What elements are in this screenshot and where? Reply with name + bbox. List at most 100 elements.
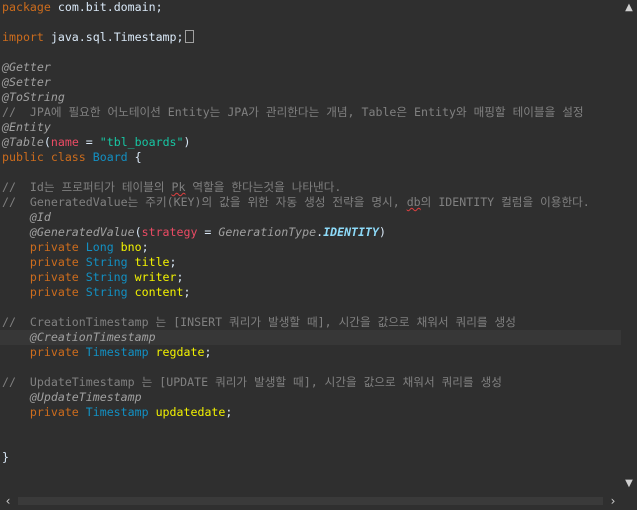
code-token: private — [29, 240, 86, 254]
code-token: "tbl_boards" — [99, 135, 184, 149]
code-token: 의 IDENTITY 컬럼을 이용한다. — [420, 195, 590, 209]
code-token: ; — [169, 255, 177, 269]
code-token: content — [134, 285, 184, 299]
code-line[interactable]: // CreationTimestamp 는 [INSERT 쿼리가 발생할 때… — [2, 315, 621, 330]
horizontal-scroll-thumb[interactable] — [18, 497, 603, 505]
code-token: // CreationTimestamp 는 [INSERT 쿼리가 발생할 때… — [2, 315, 516, 329]
code-token: private — [29, 255, 86, 269]
code-token: Pk — [171, 180, 186, 194]
code-line[interactable]: import java.sql.Timestamp; — [2, 30, 621, 45]
code-token: @ToString — [2, 90, 65, 104]
code-token: 역할을 한다는것을 나타낸다. — [185, 180, 342, 194]
code-token: Long — [85, 240, 114, 254]
code-line[interactable]: @Getter — [2, 60, 621, 75]
code-token: ( — [134, 225, 142, 239]
code-token: name — [50, 135, 79, 149]
code-token: ( — [43, 135, 51, 149]
chevron-right-icon[interactable]: › — [605, 492, 621, 510]
code-line[interactable]: private String title; — [2, 255, 621, 270]
code-token: @Setter — [2, 75, 51, 89]
code-line[interactable] — [2, 45, 621, 60]
code-line[interactable]: private String content; — [2, 285, 621, 300]
code-token: // Id는 프로퍼티가 테이블의 — [2, 180, 172, 194]
code-line[interactable]: @Id — [2, 210, 621, 225]
code-line[interactable]: // JPA에 필요한 어노테이션 Entity는 JPA가 관리한다는 개념,… — [2, 105, 621, 120]
code-token: = — [197, 225, 219, 239]
code-token: bno — [120, 240, 142, 254]
code-token: ; — [141, 240, 149, 254]
code-token: Timestamp — [85, 345, 149, 359]
code-editor[interactable]: package com.bit.domain; import java.sql.… — [0, 0, 621, 492]
code-line[interactable]: @Setter — [2, 75, 621, 90]
code-token: import — [2, 30, 44, 44]
code-line[interactable] — [2, 165, 621, 180]
code-token: ; — [225, 405, 233, 419]
code-token: String — [85, 270, 128, 284]
code-token: package — [2, 0, 51, 14]
code-token: ; — [183, 285, 191, 299]
code-token: ; — [204, 345, 212, 359]
code-token: private — [29, 285, 86, 299]
code-line[interactable]: } — [2, 450, 621, 465]
code-line[interactable]: @UpdateTimestamp — [2, 390, 621, 405]
code-line[interactable]: package com.bit.domain; — [2, 0, 621, 15]
folded-import-icon[interactable] — [184, 30, 194, 43]
chevron-up-icon[interactable]: ▲ — [621, 0, 637, 16]
code-token: updatedate — [155, 405, 226, 419]
code-line[interactable]: @GeneratedValue(strategy = GenerationTyp… — [2, 225, 621, 240]
code-token: private — [29, 405, 86, 419]
code-token: @Getter — [2, 60, 51, 74]
scrollbar-corner — [621, 492, 637, 510]
code-line[interactable]: private Timestamp regdate; — [2, 345, 621, 360]
code-token: ) — [378, 225, 386, 239]
chevron-down-icon[interactable]: ▼ — [621, 476, 637, 492]
code-line[interactable]: @ToString — [2, 90, 621, 105]
code-token: ; — [176, 270, 184, 284]
code-token: GenerationType — [218, 225, 317, 239]
code-line[interactable]: @Table(name = "tbl_boards") — [2, 135, 621, 150]
code-token: private — [29, 345, 86, 359]
code-token: = — [78, 135, 100, 149]
code-line[interactable]: @CreationTimestamp — [0, 330, 621, 345]
code-token: Timestamp — [85, 405, 149, 419]
code-line[interactable] — [2, 360, 621, 375]
code-line[interactable]: // UpdateTimestamp 는 [UPDATE 쿼리가 발생할 때],… — [2, 375, 621, 390]
code-line[interactable] — [2, 420, 621, 435]
code-token: ) — [183, 135, 191, 149]
code-line[interactable]: private String writer; — [2, 270, 621, 285]
code-line[interactable]: private Timestamp updatedate; — [2, 405, 621, 420]
code-area[interactable]: package com.bit.domain; import java.sql.… — [0, 0, 621, 465]
code-line[interactable]: private Long bno; — [2, 240, 621, 255]
code-token: regdate — [155, 345, 205, 359]
code-token: { — [127, 150, 142, 164]
horizontal-scrollbar[interactable]: ‹ › — [0, 492, 621, 510]
code-token: writer — [134, 270, 177, 284]
code-token: // UpdateTimestamp 는 [UPDATE 쿼리가 발생할 때],… — [2, 375, 502, 389]
code-line[interactable]: // GeneratedValue는 주키(KEY)의 값을 위한 자동 생성 … — [2, 195, 621, 210]
code-line[interactable] — [2, 435, 621, 450]
code-token: // JPA에 필요한 어노테이션 Entity는 JPA가 관리한다는 개념,… — [2, 105, 584, 119]
chevron-left-icon[interactable]: ‹ — [0, 492, 16, 510]
code-line[interactable]: @Entity — [2, 120, 621, 135]
code-token: title — [134, 255, 170, 269]
code-line[interactable] — [2, 15, 621, 30]
code-token: @GeneratedValue — [29, 225, 135, 239]
vertical-scrollbar[interactable]: ▲ ▼ — [621, 0, 637, 492]
code-token: String — [85, 285, 128, 299]
code-line[interactable] — [2, 300, 621, 315]
code-token: java.sql.Timestamp; — [43, 30, 184, 44]
code-line[interactable]: public class Board { — [2, 150, 621, 165]
code-line[interactable]: // Id는 프로퍼티가 테이블의 Pk 역할을 한다는것을 나타낸다. — [2, 180, 621, 195]
